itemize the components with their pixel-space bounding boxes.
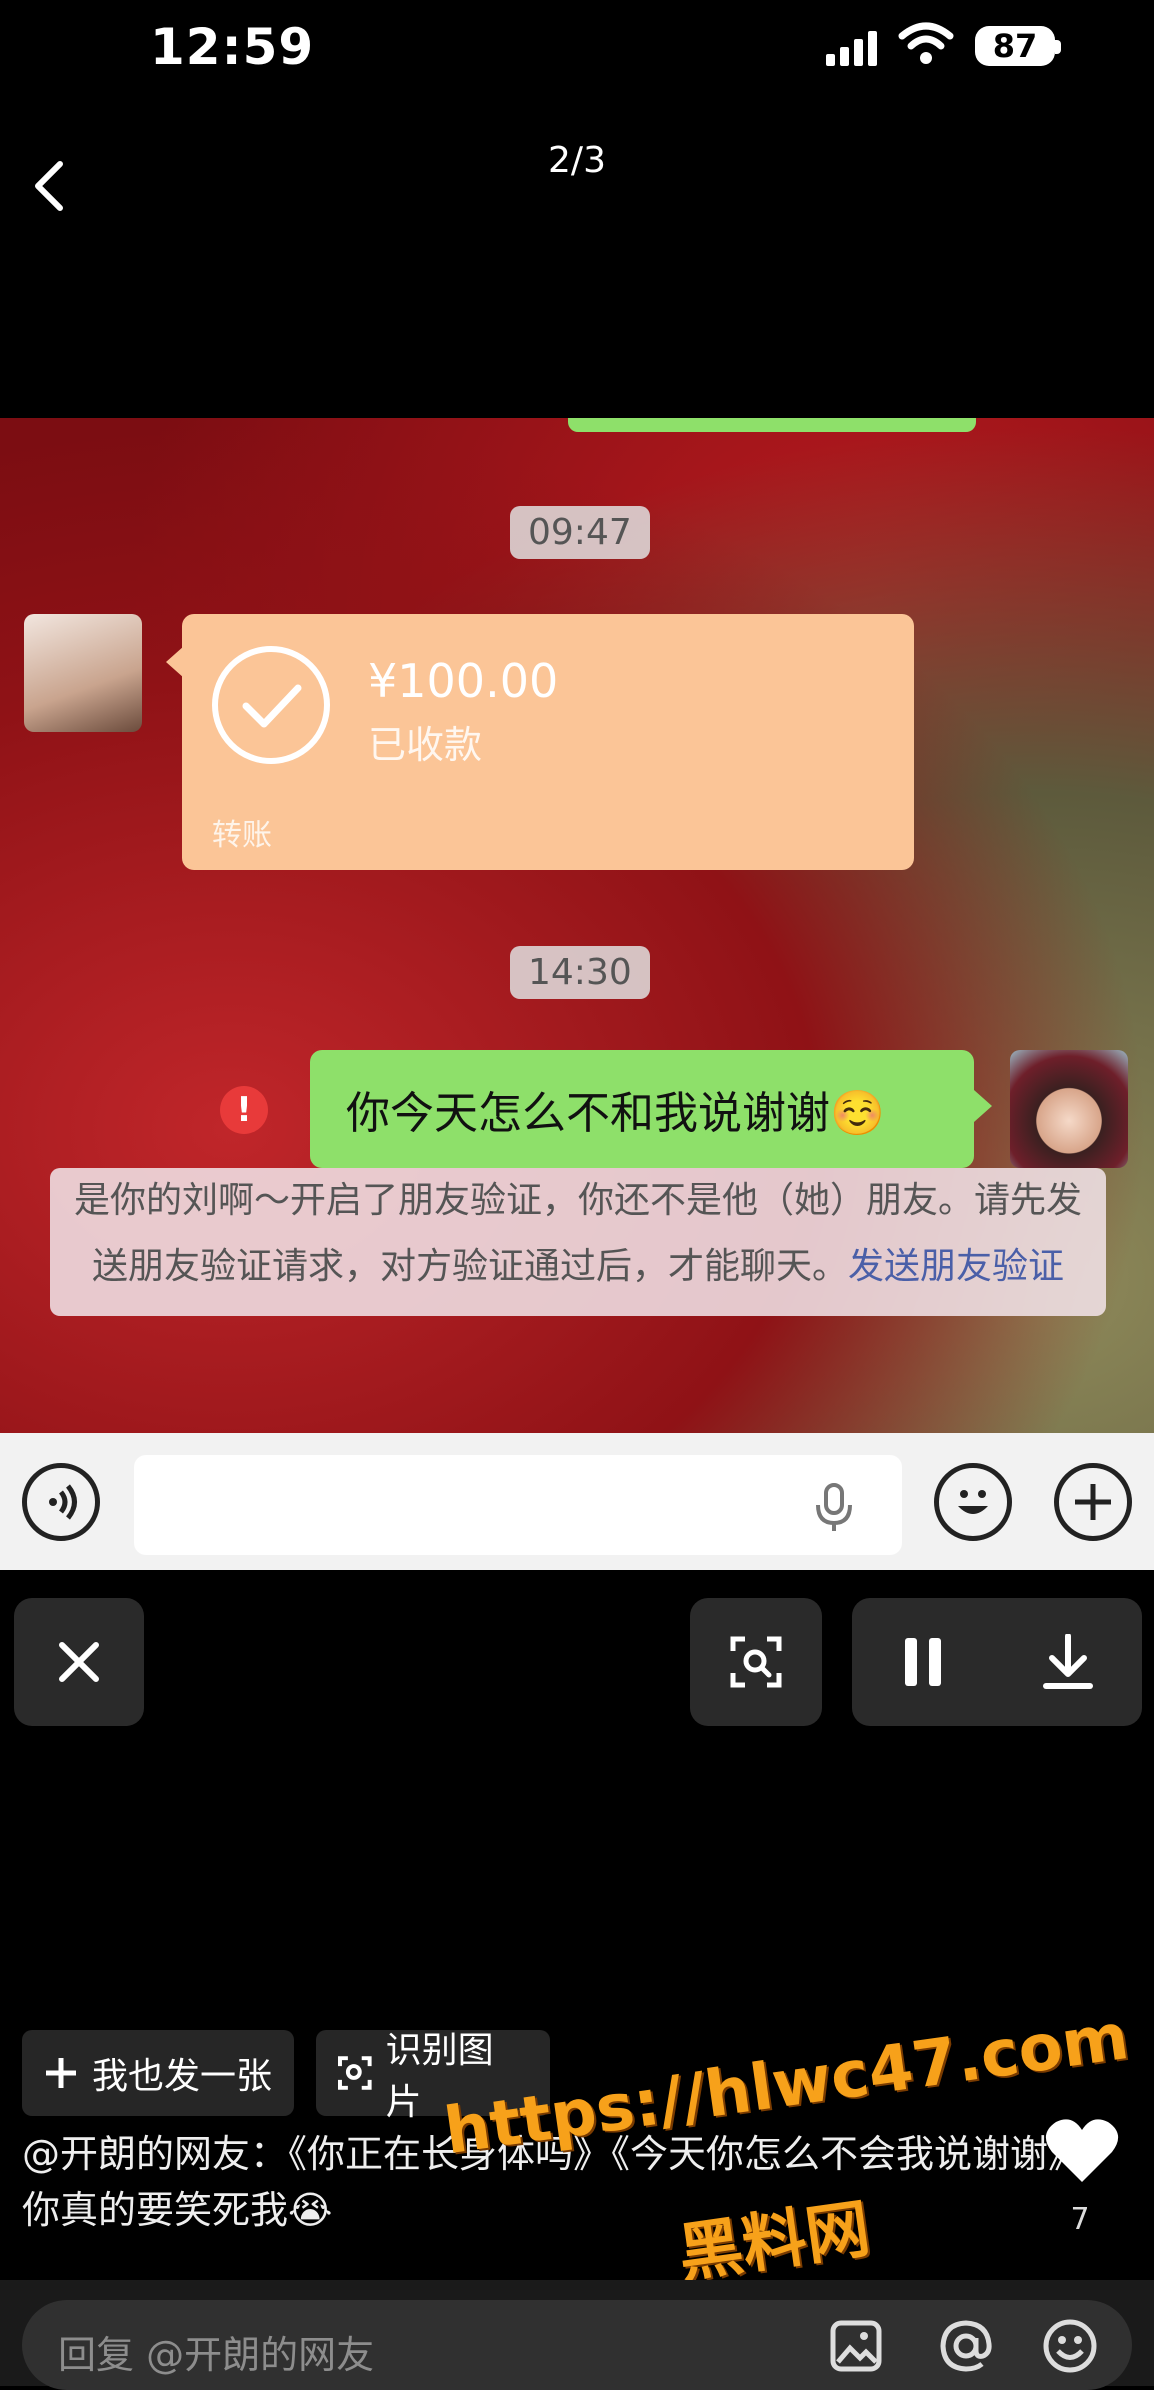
wifi-icon: [898, 22, 954, 64]
signal-icon: [826, 31, 877, 66]
battery-cap: [1055, 40, 1061, 54]
message-bubble[interactable]: 你今天怎么不和我说谢谢☺️: [310, 1050, 974, 1168]
chat-input-bar: [0, 1433, 1154, 1570]
prev-message-edge: [568, 418, 976, 432]
page-indicator: 2/3: [548, 140, 606, 181]
reply-bar: 回复 @开朗的网友: [0, 2280, 1154, 2390]
transfer-footer: 转账: [212, 818, 272, 853]
plus-icon: [1075, 1484, 1111, 1520]
transfer-amount: ¥100.00: [368, 654, 559, 708]
bubble-tail: [974, 1090, 992, 1122]
reply-placeholder: 回复 @开朗的网友: [58, 2333, 375, 2377]
mic-icon: [816, 1483, 852, 1531]
check-icon: [242, 684, 302, 728]
timestamp: 14:30: [510, 946, 650, 999]
close-button[interactable]: [14, 1598, 144, 1726]
reply-input[interactable]: 回复 @开朗的网友: [22, 2300, 1132, 2390]
shared-screenshot[interactable]: 09:47 ¥100.00 已收款 转账 14:30 ! 你今天怎么不和我说谢谢…: [0, 418, 1154, 1433]
send-failed-icon[interactable]: !: [220, 1086, 268, 1134]
media-controls: [852, 1598, 1142, 1726]
pause-icon[interactable]: [901, 1636, 945, 1688]
heart-icon[interactable]: [1044, 2116, 1120, 2186]
like-count: 7: [1070, 2202, 1090, 2237]
timestamp: 09:47: [510, 506, 650, 559]
check-circle: [212, 646, 330, 764]
scan-icon: [730, 1636, 782, 1688]
avatar: [1010, 1050, 1128, 1168]
emoji-icon: [958, 1490, 988, 1514]
emoji-button[interactable]: [934, 1463, 1012, 1541]
transfer-status: 已收款: [368, 723, 483, 767]
friend-verification-notice: 是你的刘啊～开启了朋友验证，你还不是他（她）朋友。请先发送朋友验证请求，对方验证…: [50, 1168, 1106, 1316]
post-too-label: 我也发一张: [92, 2056, 273, 2097]
scan-button[interactable]: [690, 1598, 822, 1726]
status-time: 12:59: [150, 18, 315, 76]
send-verification-link[interactable]: 发送朋友验证: [848, 1246, 1064, 1287]
transfer-card[interactable]: ¥100.00 已收款 转账: [182, 614, 914, 870]
at-icon[interactable]: [938, 2318, 994, 2374]
battery-indicator: 87: [975, 26, 1055, 66]
plus-icon: [46, 2058, 76, 2088]
more-button[interactable]: [1054, 1463, 1132, 1541]
image-icon[interactable]: [830, 2320, 882, 2372]
close-icon: [59, 1642, 99, 1682]
download-icon[interactable]: [1042, 1634, 1094, 1690]
avatar: [24, 614, 142, 732]
emoji-icon[interactable]: [1042, 2318, 1098, 2374]
voice-icon: [49, 1484, 77, 1520]
post-too-button[interactable]: 我也发一张: [22, 2030, 294, 2116]
voice-button[interactable]: [22, 1463, 100, 1541]
scan-icon: [338, 2056, 372, 2090]
message-input[interactable]: [134, 1455, 902, 1555]
